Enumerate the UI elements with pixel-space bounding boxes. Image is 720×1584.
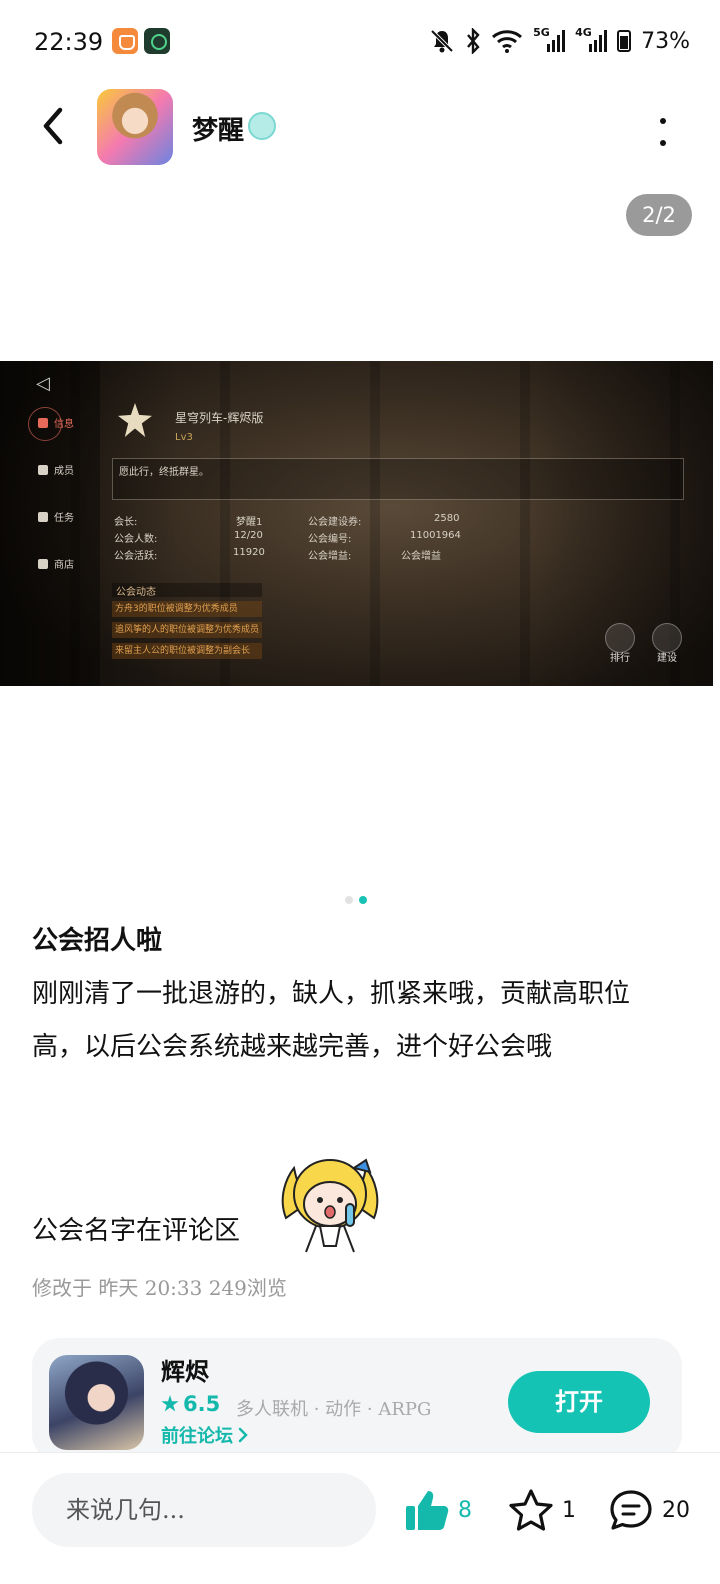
favorite-button[interactable]: 1	[508, 1487, 576, 1533]
forum-link-label: 前往论坛	[161, 1426, 233, 1447]
stat-value: 梦醒1	[236, 517, 263, 528]
like-count: 8	[458, 1497, 472, 1523]
guild-name: 星穹列车-辉烬版	[175, 411, 264, 425]
system-icons: 5G 4G 73%	[429, 26, 690, 56]
stat-label: 公会人数:	[114, 534, 158, 545]
pager-dot	[345, 896, 353, 904]
thumbs-up-icon	[406, 1491, 449, 1530]
favorite-count: 1	[562, 1497, 576, 1523]
image-pager-dots	[345, 896, 367, 904]
star-outline-icon	[509, 1489, 553, 1531]
app-name: 辉烬	[161, 1357, 209, 1386]
guild-news-title: 公会动态	[112, 583, 262, 598]
game-nav-members: 成员	[38, 462, 74, 477]
more-vertical-icon[interactable]	[658, 118, 668, 146]
clock: 22:39	[34, 28, 104, 56]
stat-label: 公会增益:	[308, 551, 352, 562]
rating-value: 6.5	[183, 1392, 221, 1416]
guild-motto-box: 愿此行，终抵群星。	[112, 458, 684, 500]
pager-dot-active	[359, 896, 367, 904]
build-label: 建设	[657, 653, 677, 664]
forum-link[interactable]: 前往论坛	[161, 1422, 249, 1448]
stat-value: 2580	[434, 513, 460, 524]
guild-news-item: 方舟3的职位被调整为优秀成员	[112, 601, 262, 617]
bluetooth-icon	[467, 28, 480, 54]
post-title: 公会招人啦	[32, 926, 163, 956]
chibi-sticker-image	[281, 1158, 379, 1253]
post-header: 梦醒	[0, 84, 720, 180]
stat-value: 11001964	[410, 530, 461, 541]
back-arrow-icon[interactable]	[38, 106, 68, 146]
avatar[interactable]	[97, 89, 173, 165]
game-nav-shop: 商店	[38, 556, 74, 571]
battery-icon	[617, 30, 632, 52]
signal-icon: 5G	[533, 26, 566, 52]
stat-label: 公会编号:	[308, 534, 352, 545]
image-page-counter: 2/2	[626, 194, 692, 236]
game-app-icon	[49, 1355, 144, 1450]
bottom-action-bar: 8 1 20	[0, 1453, 720, 1584]
like-button[interactable]: 8	[404, 1487, 472, 1533]
post-body-last-line: 公会名字在评论区	[32, 1216, 241, 1246]
app-notification-icon	[112, 28, 138, 54]
post-meta: 修改于 昨天 20:33 249浏览	[32, 1276, 287, 1300]
open-app-button[interactable]: 打开	[508, 1371, 650, 1433]
mute-icon	[430, 29, 454, 53]
post-body: 刚刚清了一批退游的，缺人，抓紧来哦，贡献高职位高，以后公会系统越来越完善，进个好…	[32, 979, 631, 1062]
comment-count: 20	[662, 1497, 690, 1523]
game-app-icon	[144, 28, 170, 54]
guild-motto: 愿此行，终抵群星。	[119, 467, 209, 478]
comment-icon	[610, 1490, 652, 1530]
post-image[interactable]: ◁ 信息 成员 任务 商店 星穹列车-辉烬版 Lv3 愿此行，终抵群星。 会长:…	[0, 361, 713, 686]
stat-value: 12/20	[234, 530, 263, 541]
game-nav-info: 信息	[28, 407, 74, 441]
stat-label: 公会建设券:	[308, 517, 362, 528]
star-icon	[161, 1395, 179, 1412]
app-tags: 多人联机 · 动作 · ARPG	[236, 1399, 432, 1420]
chevron-right-icon	[238, 1427, 248, 1443]
stat-value: 公会增益	[401, 551, 441, 562]
stat-label: 会长:	[114, 517, 138, 528]
stat-value: 11920	[233, 547, 265, 558]
game-nav-tasks: 任务	[38, 509, 74, 524]
game-back-icon: ◁	[36, 373, 50, 394]
wifi-icon	[492, 30, 523, 53]
signal-icon: 4G	[575, 26, 608, 52]
guild-news-item: 来留主人公的职位被调整为副会长	[112, 643, 262, 659]
battery-percent: 73%	[641, 28, 690, 54]
comment-button[interactable]: 20	[608, 1487, 690, 1533]
status-bar: 22:39 5G 4G 73%	[0, 0, 720, 84]
app-rating: 6.5	[161, 1392, 220, 1416]
username[interactable]: 梦醒	[192, 110, 244, 147]
verified-badge-icon	[248, 112, 276, 140]
ranking-label: 排行	[610, 653, 630, 664]
guild-news-item: 追风筝的人的职位被调整为优秀成员	[112, 622, 262, 638]
comment-input[interactable]	[32, 1473, 376, 1547]
stat-label: 公会活跃:	[114, 551, 158, 562]
game-app-card[interactable]: 辉烬 6.5 多人联机 · 动作 · ARPG 前往论坛 打开	[32, 1338, 682, 1462]
guild-level: Lv3	[175, 432, 193, 443]
